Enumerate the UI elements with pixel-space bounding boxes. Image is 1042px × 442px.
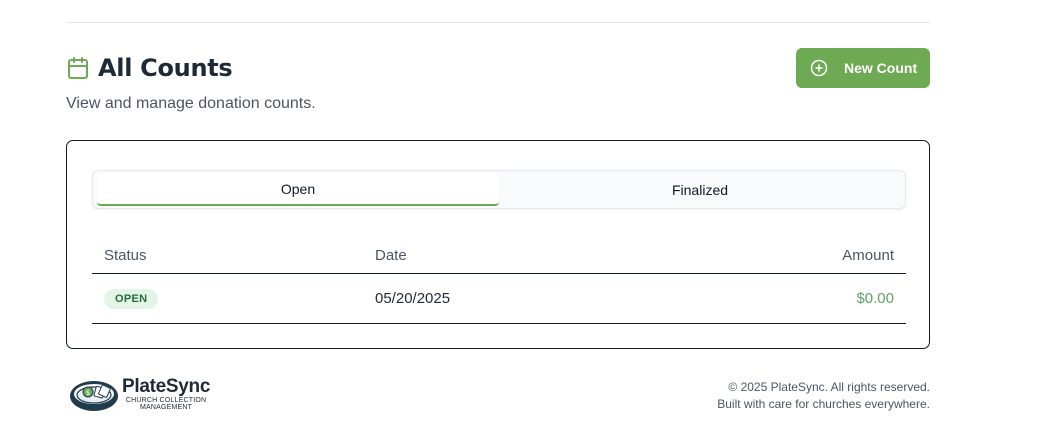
status-cell: OPEN	[92, 288, 363, 309]
page-title: All Counts	[98, 54, 233, 82]
header-date: Date	[375, 246, 407, 264]
plus-circle-icon	[810, 59, 828, 77]
counts-table: Status Date Amount OPEN 05/20/2025 $0.00	[92, 237, 906, 324]
brand-tagline-2: MANAGEMENT	[139, 404, 193, 411]
new-count-button[interactable]: New Count	[796, 48, 930, 88]
page-subtitle: View and manage donation counts.	[66, 95, 316, 112]
platesync-logo: $ PlateSync CHURCH COLLECTION MANAGEMENT	[68, 374, 210, 414]
amount-cell: $0.00	[856, 290, 894, 307]
plate-logo-icon: $	[68, 374, 120, 414]
tab-finalized[interactable]: Finalized	[499, 173, 901, 206]
top-divider	[66, 22, 930, 23]
table-header: Status Date Amount	[92, 237, 906, 274]
footer-tagline: Built with care for churches everywhere.	[717, 397, 930, 411]
header-amount: Amount	[842, 246, 894, 264]
table-row[interactable]: OPEN 05/20/2025 $0.00	[92, 274, 906, 324]
brand-tagline-1: CHURCH COLLECTION	[125, 397, 207, 404]
date-cell: 05/20/2025	[375, 290, 451, 307]
tab-open[interactable]: Open	[97, 173, 499, 206]
page-header: All Counts New Count	[66, 48, 930, 88]
status-tabs: Open Finalized	[92, 170, 906, 209]
brand-name: PlateSync	[122, 376, 211, 397]
calendar-icon	[66, 56, 90, 80]
svg-text:$: $	[86, 389, 90, 397]
footer-info: © 2025 PlateSync. All rights reserved. B…	[717, 379, 930, 413]
header-status: Status	[104, 246, 147, 264]
copyright-text: © 2025 PlateSync. All rights reserved.	[728, 380, 930, 394]
title-row: All Counts	[66, 54, 233, 82]
logo-text: PlateSync CHURCH COLLECTION MANAGEMENT	[122, 376, 211, 412]
status-badge: OPEN	[104, 288, 159, 309]
new-count-button-label: New Count	[844, 60, 918, 76]
counts-card: Open Finalized Status Date Amount OPEN 0…	[66, 140, 930, 349]
